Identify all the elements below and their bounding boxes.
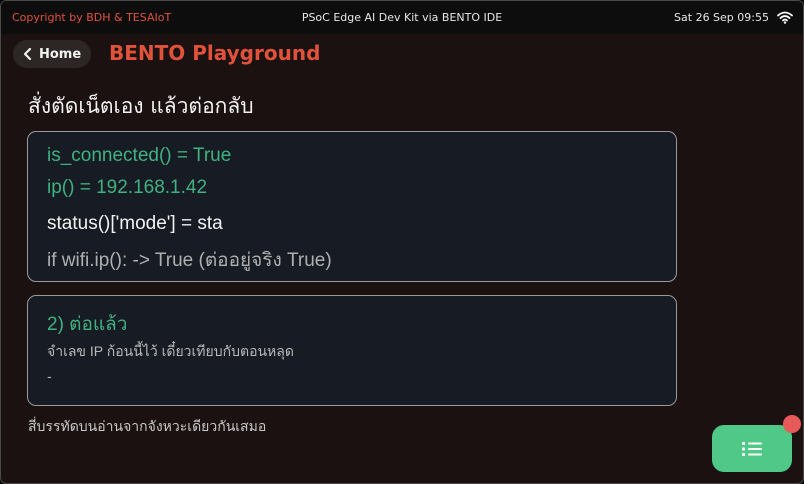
mode-line: status()['mode'] = sta: [47, 213, 223, 234]
list-icon: [742, 441, 762, 456]
wifi-icon: [777, 11, 793, 24]
menu-button[interactable]: [712, 425, 792, 472]
is-connected-line: is_connected() = True: [47, 145, 232, 166]
status-bar: Copyright by BDH & TESAIoT PSoC Edge AI …: [1, 1, 803, 34]
connection-status-card: is_connected() = True ip() = 192.168.1.4…: [27, 131, 677, 282]
home-button[interactable]: Home: [13, 40, 91, 68]
footnote: สี่บรรทัดบนอ่านจากจังหวะเดียวกันเสมอ: [28, 418, 267, 434]
ip-line: ip() = 192.168.1.42: [47, 177, 208, 198]
app-title: BENTO Playground: [109, 41, 321, 65]
chevron-left-icon: [23, 48, 32, 60]
step-description: จำเลข IP ก้อนนี้ไว้ เดี๋ยวเทียบกับตอนหลุ…: [47, 343, 294, 359]
app-window: Copyright by BDH & TESAIoT PSoC Edge AI …: [0, 0, 804, 484]
page-title: สั่งตัดเน็ตเอง แล้วต่อกลับ: [28, 94, 254, 118]
notification-badge: [783, 415, 801, 433]
step-value: -: [47, 368, 52, 384]
wifi-ip-check-line: if wifi.ip(): -> True (ต่ออยู่จริง True): [47, 250, 332, 271]
step-connected-card: 2) ต่อแล้ว จำเลข IP ก้อนนี้ไว้ เดี๋ยวเที…: [27, 295, 677, 406]
clock: Sat 26 Sep 09:55: [674, 11, 769, 24]
step-title: 2) ต่อแล้ว: [47, 314, 128, 335]
home-button-label: Home: [39, 46, 82, 62]
